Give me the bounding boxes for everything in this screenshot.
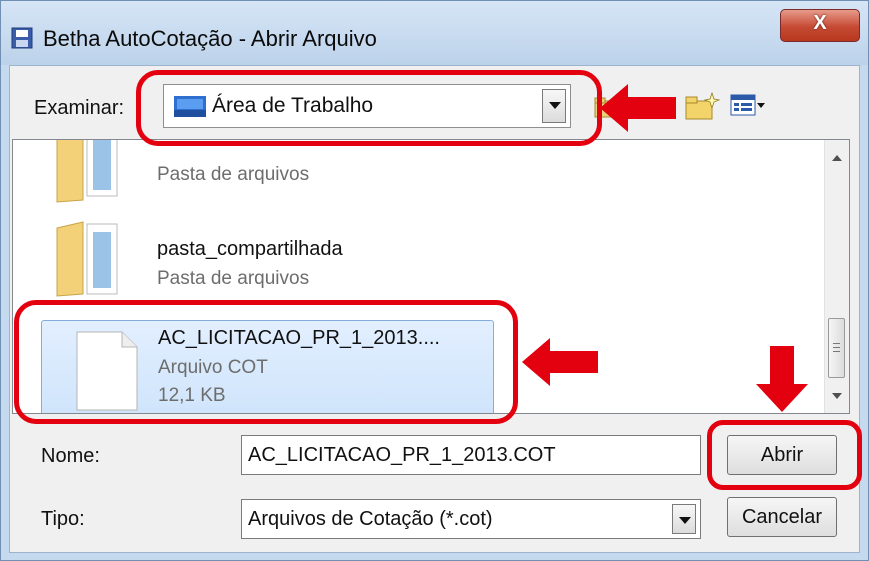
folder-icon [56,140,118,203]
window-title: Betha AutoCotação - Abrir Arquivo [43,26,377,51]
desktop-icon [174,96,206,117]
open-file-dialog: Betha AutoCotação - Abrir Arquivo X Exam… [0,0,869,561]
look-in-label: Examinar: [34,97,125,119]
red-arrow-left-icon [522,338,598,386]
item-size: 12,1 KB [158,385,226,406]
item-type: Pasta de arquivos [157,164,310,185]
grip-line [833,347,840,348]
item-name: AC_LICITACAO_PR_1_2013.... [158,327,440,349]
item-type: Pasta de arquivos [157,268,310,289]
file-name-input[interactable]: AC_LICITACAO_PR_1_2013.COT [241,435,701,475]
grip-line [833,343,840,344]
item-name: pasta_compartilhada [157,238,343,260]
scroll-thumb[interactable] [828,318,845,378]
close-button[interactable]: X [780,9,860,42]
file-type-value: Arquivos de Cotação (*.cot) [248,508,493,530]
app-icon [11,27,33,49]
open-button[interactable]: Abrir [727,435,837,475]
scroll-down-icon[interactable] [832,393,842,399]
new-folder-icon[interactable] [684,91,720,121]
close-icon: X [813,12,827,34]
folder-icon [56,221,118,297]
view-menu-icon[interactable] [730,93,766,119]
file-list[interactable]: Pasta de arquivos pasta_compartilhada Pa… [12,139,850,414]
vertical-scrollbar[interactable] [824,140,849,413]
file-name-value: AC_LICITACAO_PR_1_2013.COT [248,444,556,466]
red-arrow-down-icon [756,346,808,412]
look-in-combobox[interactable]: Área de Trabalho [163,84,571,128]
list-item-selected[interactable]: AC_LICITACAO_PR_1_2013.... Arquivo COT 1… [41,320,494,413]
list-item[interactable]: Pasta de arquivos [13,140,823,203]
look-in-value: Área de Trabalho [212,94,374,117]
list-item[interactable]: pasta_compartilhada Pasta de arquivos [13,218,823,308]
scroll-up-icon[interactable] [832,155,842,161]
file-name-label: Nome: [41,445,100,467]
file-icon [76,331,138,411]
item-type: Arquivo COT [158,357,268,378]
title-bar[interactable]: Betha AutoCotação - Abrir Arquivo X [1,1,868,65]
file-type-label: Tipo: [41,508,85,530]
chevron-down-icon[interactable] [542,89,566,123]
file-type-select[interactable]: Arquivos de Cotação (*.cot) [241,499,701,539]
grip-line [833,351,840,352]
chevron-down-icon[interactable] [672,504,696,534]
red-arrow-left-icon [600,84,676,132]
cancel-button[interactable]: Cancelar [727,497,837,537]
